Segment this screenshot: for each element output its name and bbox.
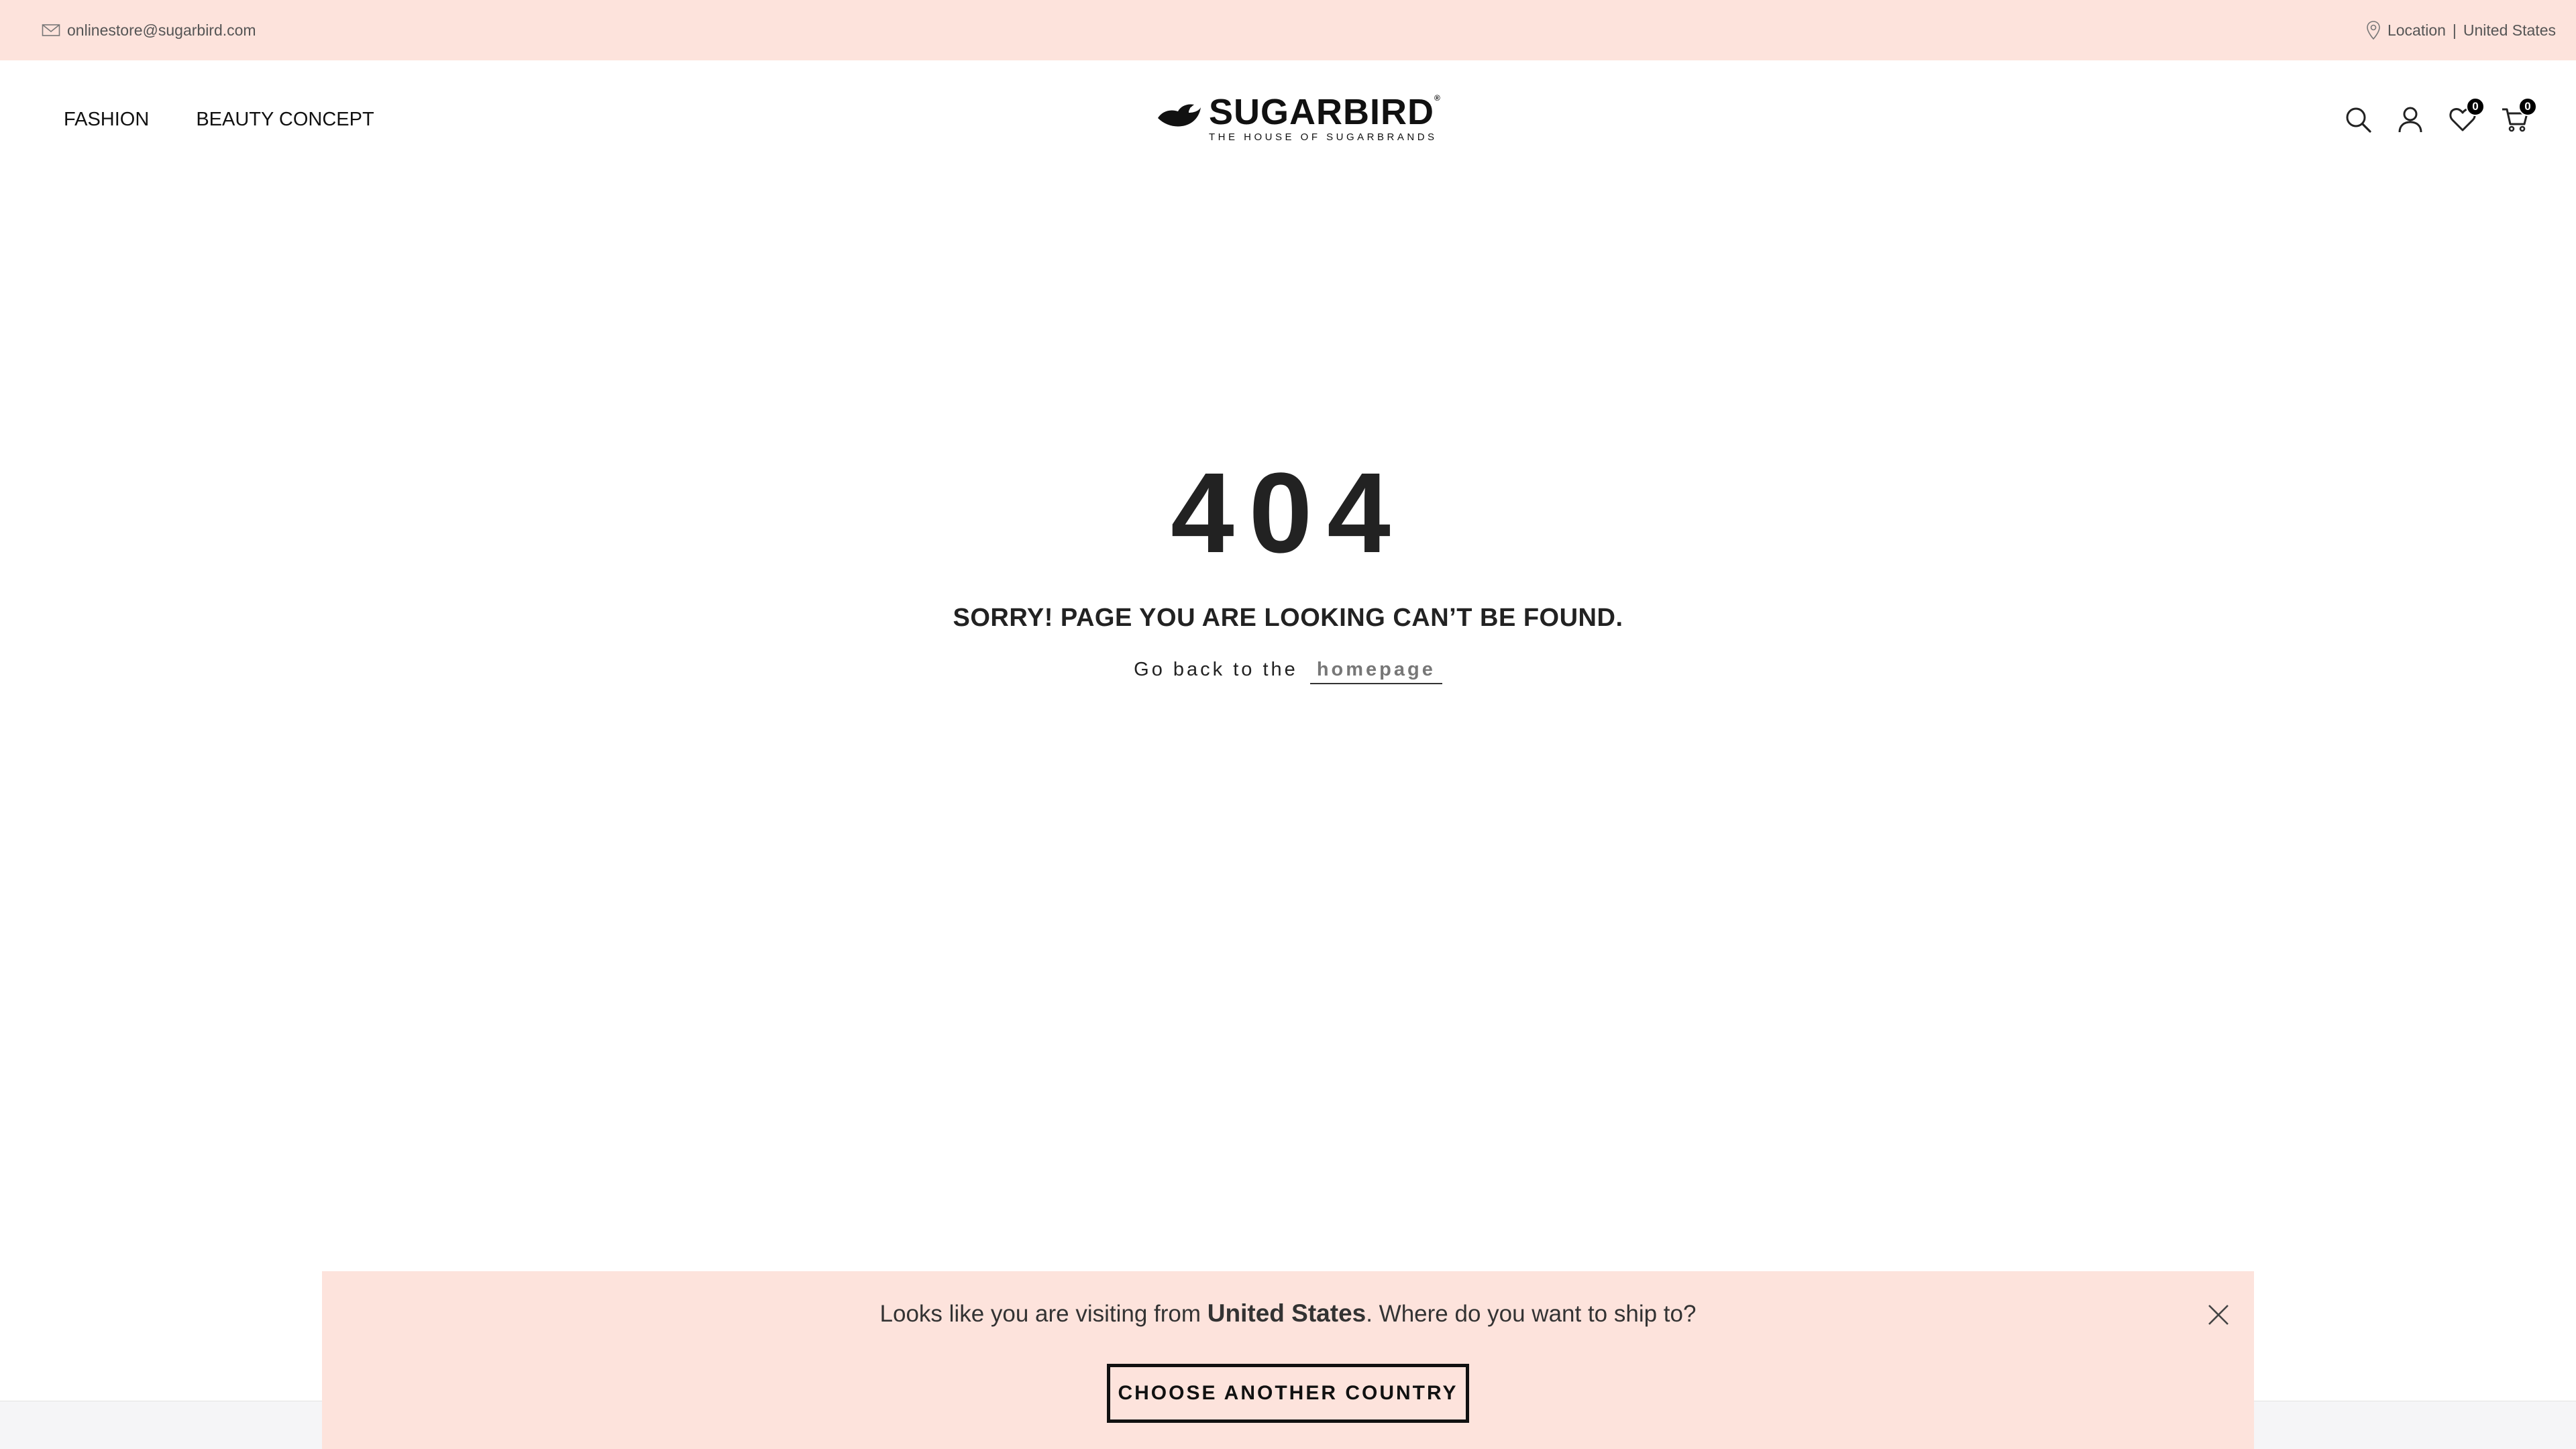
nav-item-beauty-concept[interactable]: BEAUTY CONCEPT	[196, 109, 374, 131]
account-button[interactable]	[2396, 105, 2424, 133]
mail-icon	[42, 23, 60, 38]
error-code: 404	[1171, 449, 1405, 577]
logo-brand: SUGARBIRD	[1209, 92, 1435, 132]
location-separator: |	[2452, 21, 2457, 39]
geo-message-prefix: Looks like you are visiting from	[879, 1301, 1201, 1327]
location-label: Location	[2387, 21, 2446, 39]
logo-tagline: THE HOUSE OF SUGARBRANDS	[1209, 131, 1438, 143]
geo-country: United States	[1207, 1299, 1366, 1327]
close-button[interactable]	[2207, 1303, 2230, 1326]
close-icon	[2207, 1303, 2230, 1326]
error-back-line: Go back to the homepage	[0, 659, 2576, 684]
wishlist-count-badge: 0	[2466, 97, 2485, 116]
top-announcement-bar: onlinestore@sugarbird.com Location | Uni…	[0, 0, 2576, 60]
geolocation-popup: Looks like you are visiting from United …	[322, 1271, 2254, 1449]
search-button[interactable]	[2344, 105, 2372, 133]
cart-count-badge: 0	[2518, 97, 2537, 116]
cart-button[interactable]: 0	[2501, 97, 2537, 133]
error-message: SORRY! PAGE YOU ARE LOOKING CAN’T BE FOU…	[953, 604, 1623, 632]
search-icon	[2344, 105, 2372, 133]
geo-message: Looks like you are visiting from United …	[322, 1299, 2254, 1328]
site-header: FASHION BEAUTY CONCEPT SUGARBIRD® THE HO…	[0, 60, 2576, 178]
header-icons: 0 0	[2344, 60, 2537, 178]
map-pin-icon	[2366, 20, 2381, 40]
error-back-text: Go back to the	[1134, 659, 1298, 680]
user-icon	[2396, 105, 2424, 133]
geo-message-suffix: . Where do you want to ship to?	[1366, 1301, 1697, 1327]
location-value: United States	[2463, 21, 2556, 39]
contact-email[interactable]: onlinestore@sugarbird.com	[42, 21, 256, 40]
wishlist-button[interactable]: 0	[2449, 97, 2485, 133]
nav-item-fashion[interactable]: FASHION	[64, 109, 149, 131]
location-selector[interactable]: Location | United States	[2366, 20, 2556, 40]
choose-country-button[interactable]: CHOOSE ANOTHER COUNTRY	[1107, 1364, 1469, 1423]
main-nav: FASHION BEAUTY CONCEPT	[64, 60, 374, 178]
contact-email-text: onlinestore@sugarbird.com	[67, 21, 256, 39]
bird-logo-icon	[1155, 98, 1202, 139]
homepage-link[interactable]: homepage	[1309, 659, 1442, 684]
site-logo[interactable]: SUGARBIRD® THE HOUSE OF SUGARBRANDS	[1155, 94, 1440, 142]
logo-trademark: ®	[1434, 93, 1441, 103]
